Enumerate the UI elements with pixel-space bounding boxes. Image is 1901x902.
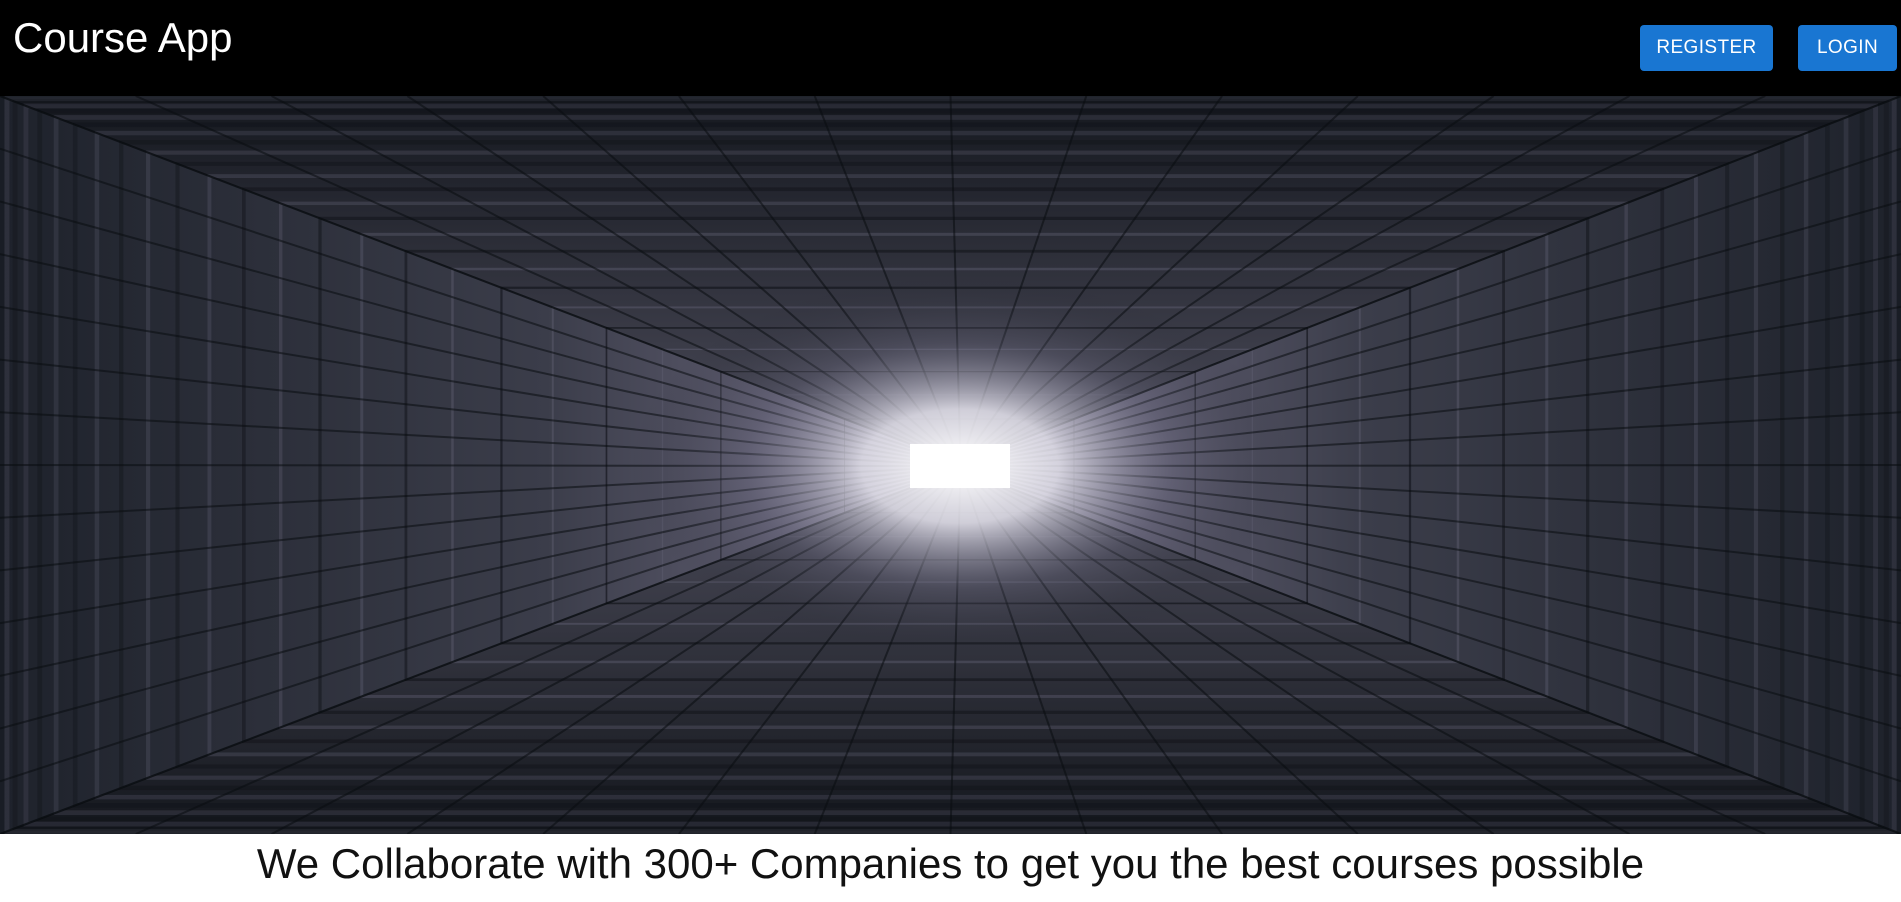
hero-image [0, 96, 1901, 834]
app-header: Course App REGISTER LOGIN [0, 0, 1901, 96]
register-button[interactable]: REGISTER [1640, 25, 1773, 71]
tunnel-illustration [0, 96, 1901, 834]
tagline: We Collaborate with 300+ Companies to ge… [256, 840, 1645, 887]
app-title: Course App [13, 14, 233, 61]
login-button[interactable]: LOGIN [1798, 25, 1897, 71]
